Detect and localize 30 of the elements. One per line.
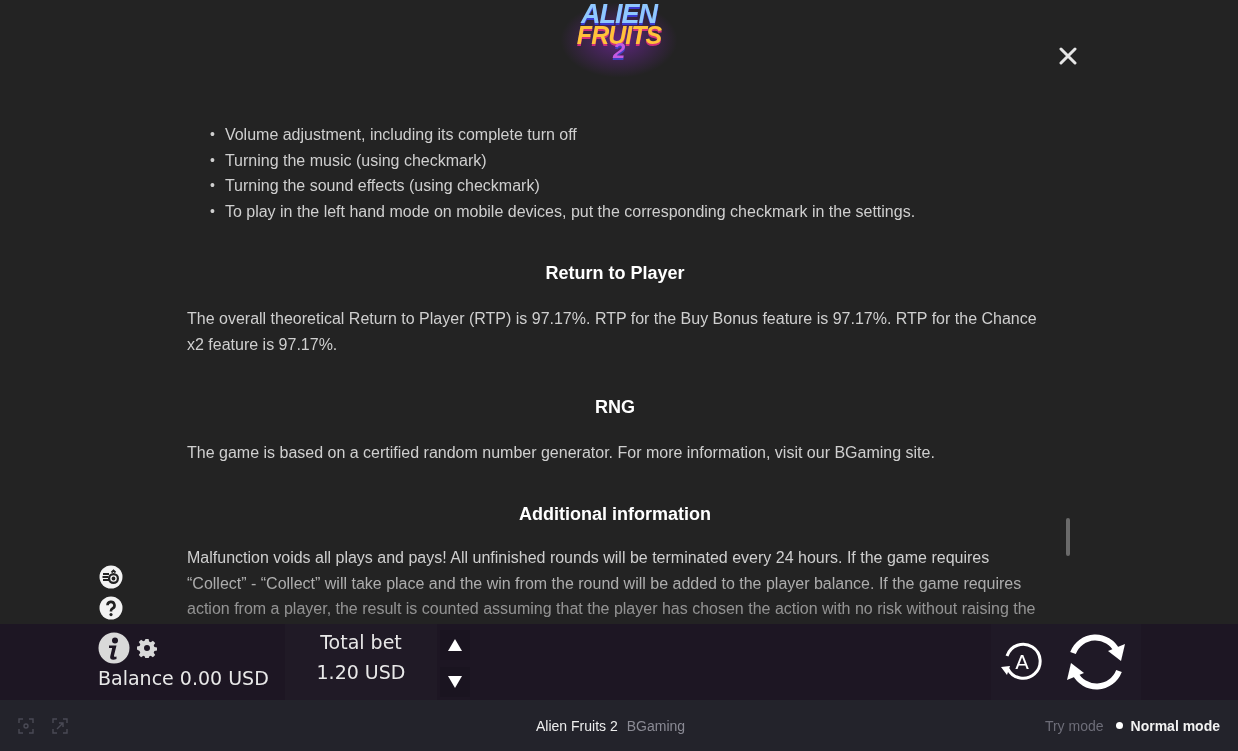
help-icon[interactable]	[99, 596, 123, 620]
section-heading: RNG	[594, 395, 636, 418]
bullet-item: Turning the music (using checkmark)	[224, 150, 487, 171]
bullet-marker: •	[210, 201, 215, 221]
section-heading: Additional information	[518, 503, 712, 526]
up-arrow-icon	[448, 639, 462, 651]
close-icon[interactable]	[1059, 47, 1077, 65]
bullet-marker: •	[210, 150, 215, 170]
info-icon[interactable]	[98, 632, 130, 664]
game-title: Alien Fruits 2	[536, 717, 618, 734]
section-paragraph: Malfunction voids all plays and pays! All unfinished rounds will be terminated every 24 hours. If the game requires “Collect” - “Collect” will take place and the win from the round will be added to the player balance. If the game requires action from a player, the result is counted assuming that the player has chosen the action with no risk without raising the	[187, 548, 1037, 620]
total-bet-label: Total bet	[320, 631, 402, 653]
autoplay-button[interactable]: A	[999, 639, 1045, 685]
game-logo: ALIEN FRUITS 2	[560, 2, 678, 78]
mode-option[interactable]: Normal mode	[1115, 717, 1220, 734]
bullet-item: Volume adjustment, including its complete turn off	[224, 125, 577, 145]
section-paragraph: The overall theoretical Return to Player (RTP) is 97.17%. RTP for the Buy Bonus feature is 97.17%. RTP for the Chance x2 feature is 97.17%.	[187, 309, 1038, 355]
bullet-marker: •	[210, 125, 215, 144]
section-heading: Return to Player	[544, 262, 686, 285]
down-arrow-icon	[448, 676, 462, 688]
section-paragraph: The game is based on a certified random number generator. For more information, visit our BGaming site.	[187, 442, 936, 463]
money-bag-icon[interactable]	[99, 565, 123, 589]
bullet-item: To play in the left hand mode on mobile devices, put the corresponding checkmark in the settings.	[224, 201, 916, 222]
balance-label: Balance 0.00 USD	[98, 667, 270, 689]
scrollbar-thumb[interactable]	[1066, 518, 1070, 556]
bullet-item: Turning the sound effects (using checkmark)	[224, 176, 540, 197]
total-bet-value: 1.20 USD	[316, 661, 406, 683]
settings-icon[interactable]	[137, 638, 157, 658]
bullet-marker: •	[210, 176, 215, 196]
provider-name: BGaming	[626, 717, 686, 734]
